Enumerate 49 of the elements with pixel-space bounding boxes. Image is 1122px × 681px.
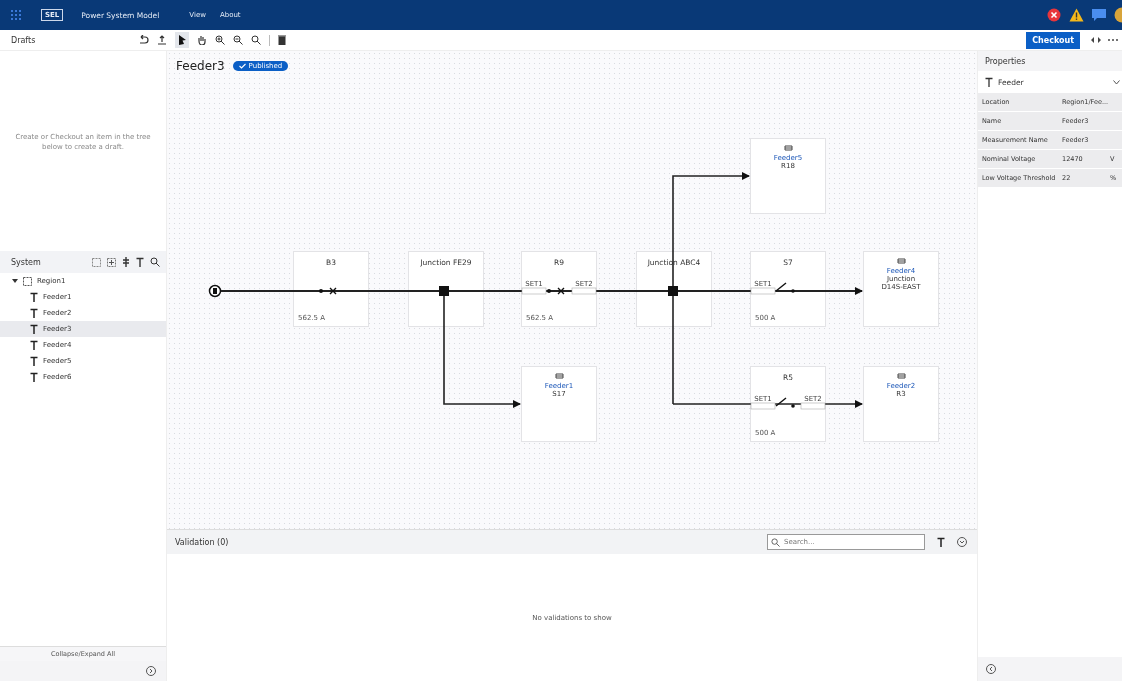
panel-title: Properties <box>978 51 1122 71</box>
panel-title: Drafts <box>11 35 37 45</box>
link-icon <box>783 145 793 151</box>
link-icon <box>554 373 564 379</box>
user-avatar-icon[interactable] <box>1114 7 1122 23</box>
filter-icon[interactable] <box>937 537 945 547</box>
feeder-icon <box>30 372 38 382</box>
link-icon <box>896 373 906 379</box>
panel-title: System <box>11 257 41 267</box>
feeder-icon <box>30 356 38 366</box>
feeder-icon <box>30 324 38 334</box>
collapse-icon[interactable] <box>957 537 967 547</box>
feeder-icon[interactable] <box>136 257 144 267</box>
hand-icon[interactable] <box>197 35 207 45</box>
diagram-title: Feeder3 <box>176 59 225 73</box>
pointer-icon[interactable] <box>175 32 189 48</box>
expand-panel-icon[interactable] <box>986 664 996 674</box>
link-icon <box>896 258 906 264</box>
zoom-out-icon[interactable] <box>233 35 243 45</box>
feeder-icon <box>985 77 993 87</box>
feeder-icon <box>30 308 38 318</box>
region-icon[interactable] <box>92 257 101 267</box>
expand-arrows-icon[interactable] <box>1091 36 1101 44</box>
check-icon <box>238 63 246 69</box>
collapse-panel-icon[interactable] <box>146 666 156 676</box>
expand-caret-icon[interactable] <box>12 278 18 284</box>
search-icon[interactable] <box>150 257 160 267</box>
search-icon <box>771 538 780 547</box>
warning-icon[interactable] <box>1069 8 1084 22</box>
junction-node <box>439 286 449 296</box>
apps-icon[interactable] <box>11 10 21 20</box>
message-icon[interactable] <box>1092 8 1106 22</box>
zoom-fit-icon[interactable] <box>251 35 261 45</box>
delete-icon[interactable] <box>278 35 286 45</box>
region-icon <box>23 276 32 286</box>
zoom-in-icon[interactable] <box>215 35 225 45</box>
upload-icon[interactable] <box>157 35 167 45</box>
more-icon[interactable] <box>1108 38 1118 42</box>
undo-icon[interactable] <box>138 35 149 45</box>
checkout-button[interactable]: Checkout <box>1026 31 1080 49</box>
transformer-icon[interactable] <box>122 257 130 267</box>
chevron-down-icon <box>1113 79 1120 85</box>
substation-icon[interactable] <box>107 257 116 267</box>
panel-title: Validation (0) <box>175 537 229 547</box>
feeder-icon <box>30 340 38 350</box>
junction-node <box>668 286 678 296</box>
feeder-icon <box>30 292 38 302</box>
error-icon[interactable] <box>1047 8 1061 22</box>
source-icon <box>208 284 222 298</box>
